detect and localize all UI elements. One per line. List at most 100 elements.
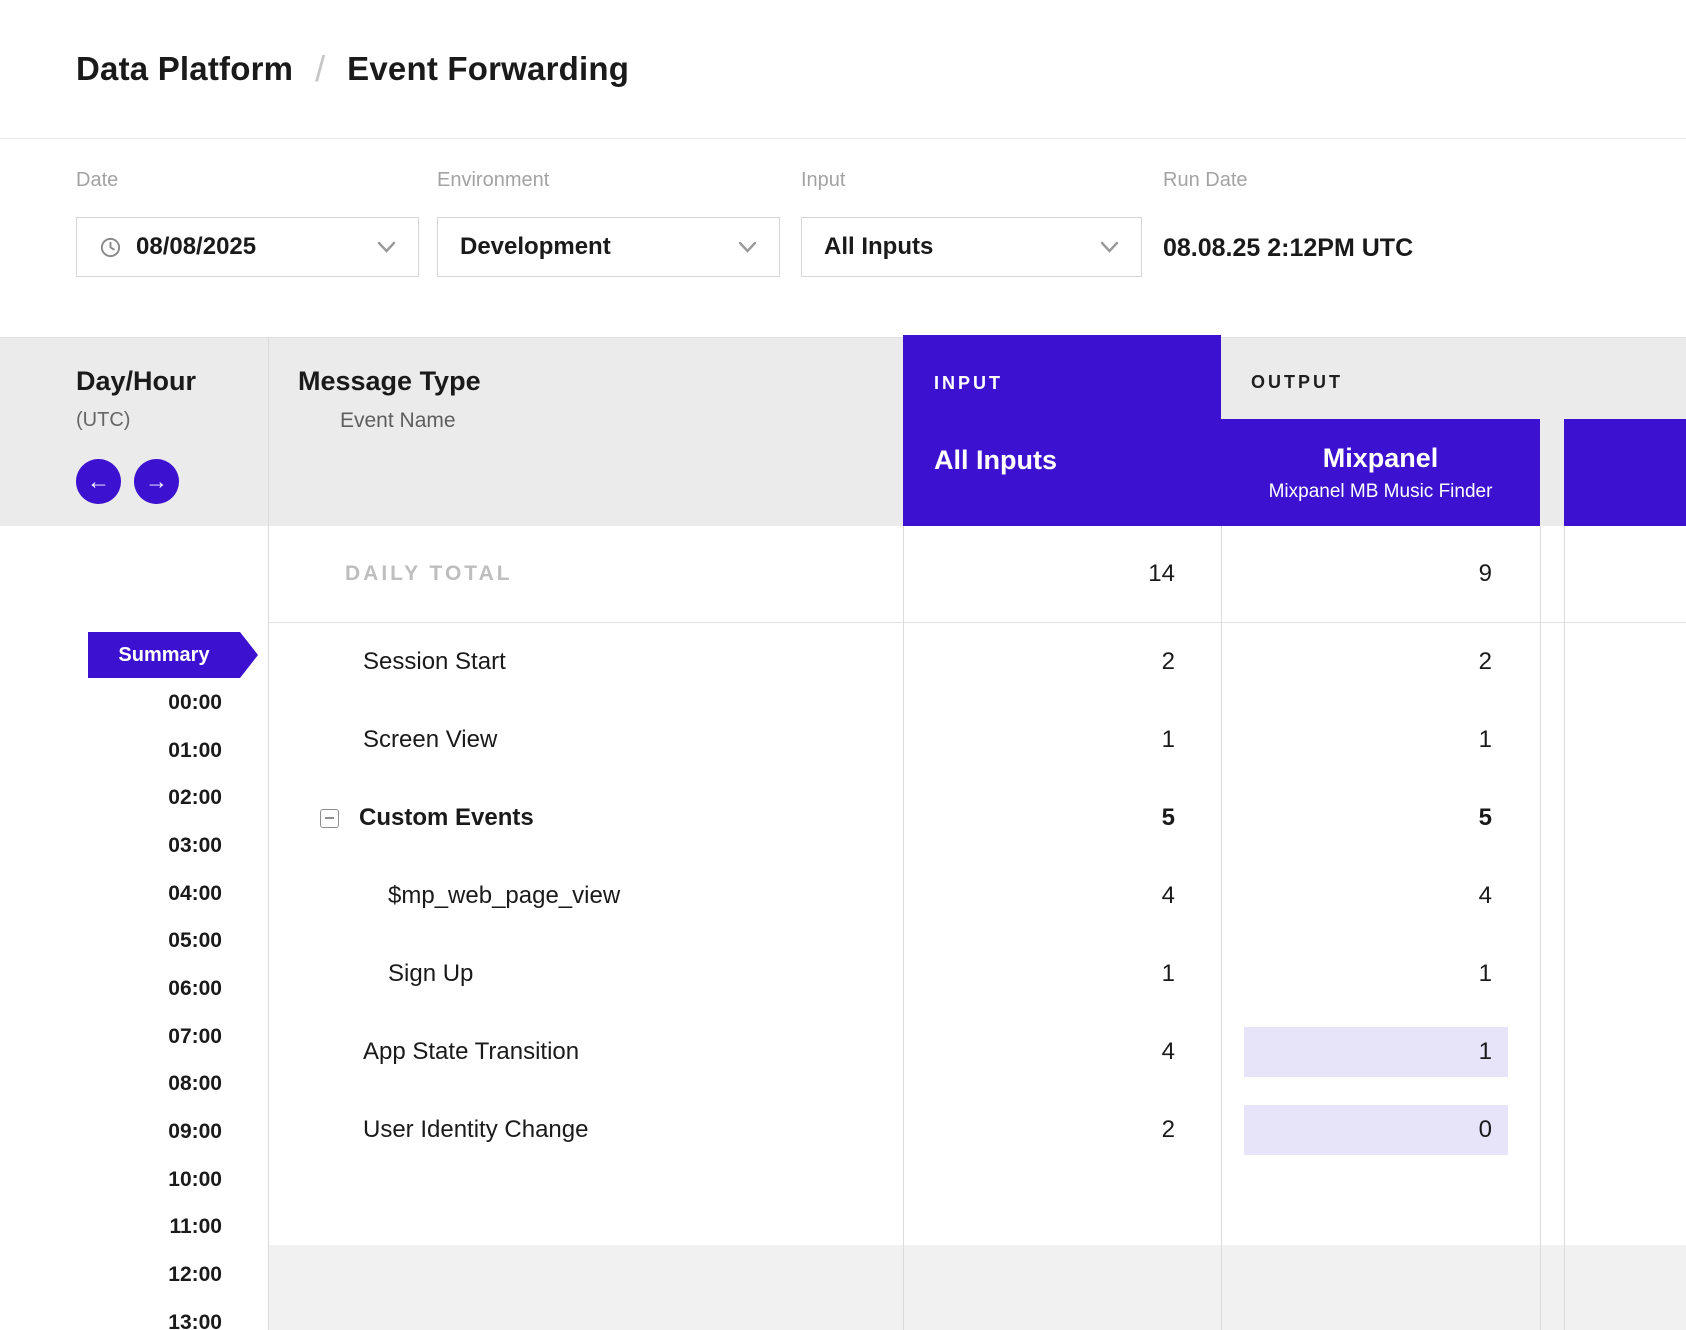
message-row: $mp_web_page_view 4 4	[268, 857, 1686, 935]
all-inputs-count: 2	[903, 623, 1221, 701]
mixpanel-count: 5	[1221, 779, 1540, 857]
message-name: Custom Events	[268, 779, 903, 857]
all-inputs-count: 1	[903, 701, 1221, 779]
hour-row[interactable]: 06:00	[0, 965, 222, 1013]
hour-row[interactable]: 09:00	[0, 1108, 222, 1156]
mixpanel-count: 0	[1221, 1091, 1540, 1169]
column-divider	[903, 526, 904, 1330]
hour-row[interactable]: 01:00	[0, 727, 222, 775]
column-divider	[1540, 526, 1541, 1330]
input-column-header[interactable]: INPUT All Inputs	[903, 335, 1221, 526]
hour-row[interactable]: 04:00	[0, 870, 222, 918]
hour-row[interactable]: 03:00	[0, 822, 222, 870]
chevron-down-icon	[738, 241, 757, 253]
hour-row[interactable]: 05:00	[0, 917, 222, 965]
prev-day-button[interactable]: ←	[76, 459, 121, 504]
hour-column: 00:00 01:00 02:00 03:00 04:00 05:00 06:0…	[0, 679, 222, 1330]
day-hour-title: Day/Hour	[76, 366, 196, 397]
mixpanel-count: 2	[1221, 623, 1540, 701]
input-column-title: All Inputs	[934, 445, 1057, 476]
run-date: Run Date 08.08.25 2:12PM UTC	[1163, 170, 1413, 263]
chevron-down-icon	[1100, 241, 1119, 253]
summary-tab[interactable]: Summary	[88, 632, 258, 678]
all-inputs-count: 4	[903, 857, 1221, 935]
column-divider	[1564, 526, 1565, 1330]
hour-row[interactable]: 11:00	[0, 1204, 222, 1252]
run-date-label: Run Date	[1163, 170, 1413, 190]
message-name: User Identity Change	[268, 1091, 903, 1169]
message-row: App State Transition 4 1	[268, 1013, 1686, 1091]
mixpanel-count: 1	[1221, 935, 1540, 1013]
arrow-right-icon: →	[145, 470, 168, 493]
all-inputs-count: 4	[903, 1013, 1221, 1091]
breadcrumb-current-page: Event Forwarding	[347, 50, 629, 88]
hour-row[interactable]: 12:00	[0, 1251, 222, 1299]
mixpanel-column-header[interactable]: Mixpanel Mixpanel MB Music Finder	[1221, 419, 1540, 526]
message-name-label: Custom Events	[359, 804, 534, 832]
clock-icon	[99, 236, 122, 259]
all-inputs-count: 5	[903, 779, 1221, 857]
breadcrumb-link-data-platform[interactable]: Data Platform	[76, 50, 293, 88]
environment-dropdown-value: Development	[460, 233, 611, 261]
message-name: Screen View	[268, 701, 903, 779]
date-dropdown-value: 08/08/2025	[136, 233, 256, 261]
input-dropdown[interactable]: All Inputs	[801, 217, 1142, 277]
hour-row[interactable]: 02:00	[0, 774, 222, 822]
mixpanel-count: 1	[1221, 1013, 1540, 1091]
message-name: App State Transition	[268, 1013, 903, 1091]
daily-total-all-inputs: 14	[903, 526, 1221, 622]
message-name: Session Start	[268, 623, 903, 701]
mixpanel-subtitle: Mixpanel MB Music Finder	[1269, 481, 1493, 503]
input-filter: Input All Inputs	[801, 170, 1142, 277]
next-day-button[interactable]: →	[134, 459, 179, 504]
filter-bar: Date 08/08/2025 Environment Development	[0, 139, 1686, 337]
all-inputs-count: 2	[903, 1091, 1221, 1169]
date-dropdown[interactable]: 08/08/2025	[76, 217, 419, 277]
message-name: Sign Up	[268, 935, 903, 1013]
message-type-title: Message Type	[298, 366, 481, 397]
output-column-partial	[1564, 419, 1686, 526]
input-filter-label: Input	[801, 170, 1142, 190]
minus-square-icon[interactable]	[320, 809, 339, 828]
empty-area	[269, 1245, 1686, 1330]
hour-row[interactable]: 13:00	[0, 1299, 222, 1330]
message-name: $mp_web_page_view	[268, 857, 903, 935]
daily-total-mixpanel: 9	[1221, 526, 1540, 622]
message-row: Custom Events 5 5	[268, 779, 1686, 857]
chevron-down-icon	[377, 241, 396, 253]
message-rows: Session Start 2 2 Screen View 1 1 Custom…	[268, 623, 1686, 1169]
input-dropdown-value: All Inputs	[824, 233, 933, 261]
mixpanel-title: Mixpanel	[1323, 443, 1439, 474]
breadcrumb: Data Platform / Event Forwarding	[0, 0, 1686, 139]
run-date-value: 08.08.25 2:12PM UTC	[1163, 234, 1413, 263]
hour-row[interactable]: 00:00	[0, 679, 222, 727]
mixpanel-count: 1	[1221, 701, 1540, 779]
input-section-label: INPUT	[934, 373, 1003, 394]
arrow-left-icon: ←	[87, 470, 110, 493]
event-forwarding-page: Data Platform / Event Forwarding Date 08…	[0, 0, 1686, 1330]
daily-total-label: DAILY TOTAL	[345, 526, 513, 622]
mixpanel-count: 4	[1221, 857, 1540, 935]
message-row: Session Start 2 2	[268, 623, 1686, 701]
all-inputs-count: 1	[903, 935, 1221, 1013]
message-row: User Identity Change 2 0	[268, 1091, 1686, 1169]
message-row: Screen View 1 1	[268, 701, 1686, 779]
output-section-label: OUTPUT	[1251, 372, 1343, 393]
date-filter-label: Date	[76, 170, 419, 190]
environment-filter: Environment Development	[437, 170, 780, 277]
message-row: Sign Up 1 1	[268, 935, 1686, 1013]
utc-label: (UTC)	[76, 409, 130, 432]
hour-row[interactable]: 10:00	[0, 1156, 222, 1204]
highlighted-cell: 0	[1244, 1105, 1508, 1155]
breadcrumb-separator: /	[315, 48, 325, 90]
date-filter: Date 08/08/2025	[76, 170, 419, 277]
hour-row[interactable]: 07:00	[0, 1013, 222, 1061]
highlighted-cell: 1	[1244, 1027, 1508, 1077]
daily-total-row: DAILY TOTAL 14 9	[268, 526, 1686, 623]
column-divider	[268, 337, 269, 1330]
environment-dropdown[interactable]: Development	[437, 217, 780, 277]
column-divider	[1221, 526, 1222, 1330]
event-name-label: Event Name	[340, 409, 456, 433]
hour-row[interactable]: 08:00	[0, 1061, 222, 1109]
environment-filter-label: Environment	[437, 170, 780, 190]
